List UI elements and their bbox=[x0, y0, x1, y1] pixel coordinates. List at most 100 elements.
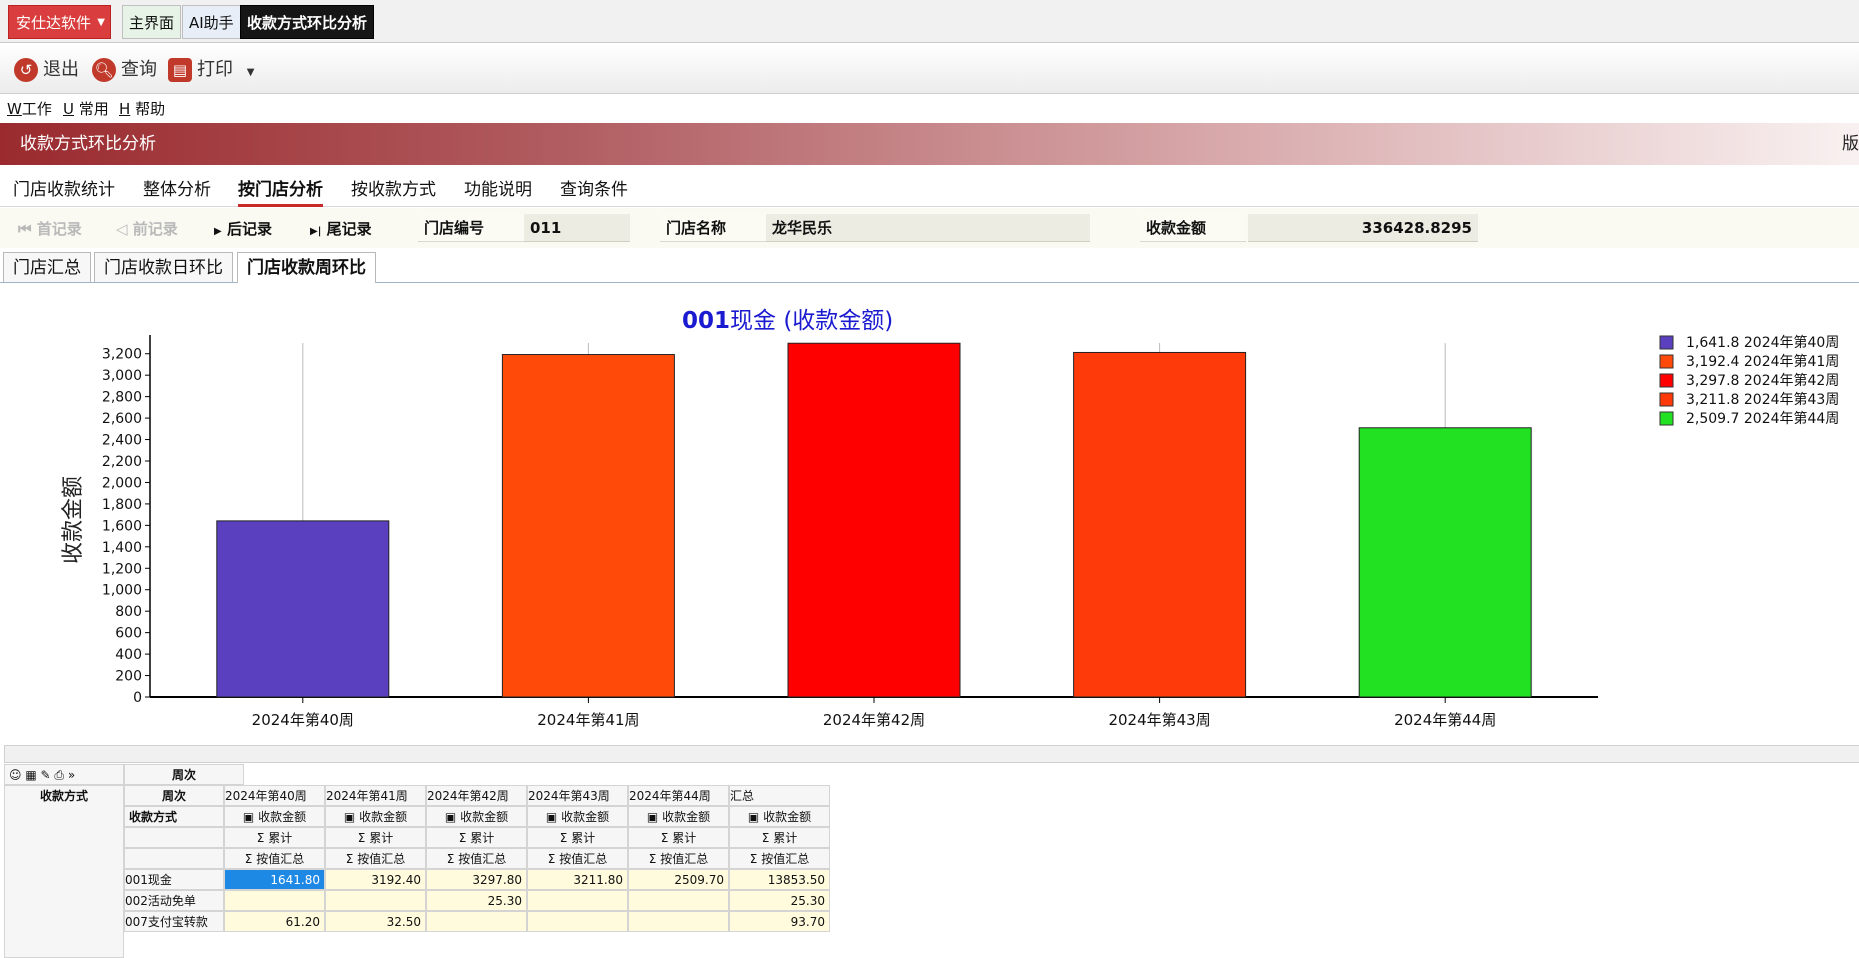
measure-header[interactable]: ▣ 收款金额 bbox=[628, 806, 729, 827]
week-column-header[interactable]: 2024年第43周 bbox=[527, 785, 628, 806]
legend-label: 3,192.4 2024年第41周 bbox=[1686, 353, 1839, 370]
measure-header[interactable]: ▣ 收款金额 bbox=[325, 806, 426, 827]
page-title: 收款方式环比分析 bbox=[20, 134, 156, 154]
toolbar: ↺ 退出 🔍︎ 查询 ▤ 打印 ▼ bbox=[0, 43, 1859, 94]
col-field-label: 周次 bbox=[161, 789, 186, 803]
exit-button[interactable]: ↺ 退出 bbox=[14, 57, 79, 83]
tab-by-payment[interactable]: 按收款方式 bbox=[351, 176, 436, 204]
tab-overall[interactable]: 整体分析 bbox=[143, 176, 211, 204]
bar bbox=[1073, 351, 1247, 698]
week-column-header[interactable]: 2024年第41周 bbox=[325, 785, 426, 806]
last-record-label: 尾记录 bbox=[326, 220, 372, 238]
measure-header[interactable]: ▣ 收款金额 bbox=[729, 806, 830, 827]
col-field-header[interactable]: 周次 bbox=[124, 785, 224, 806]
measure-header[interactable]: ▣ 收款金额 bbox=[224, 806, 325, 827]
tab-main[interactable]: 主界面 bbox=[122, 5, 182, 39]
table-cell[interactable] bbox=[628, 911, 729, 932]
tab-function-desc[interactable]: 功能说明 bbox=[464, 176, 532, 204]
table-cell[interactable]: 13853.50 bbox=[729, 869, 830, 890]
subtab-weekly-compare[interactable]: 门店收款周环比 bbox=[237, 252, 376, 283]
y-tick-label: 2,400 bbox=[102, 433, 142, 449]
menu-common-label: 常用 bbox=[78, 100, 109, 118]
y-tick-label: 1,200 bbox=[102, 561, 142, 577]
y-tick-label: 200 bbox=[115, 669, 142, 685]
store-name-field[interactable]: 龙华民乐 bbox=[766, 214, 1090, 242]
tab-payment-analysis[interactable]: 收款方式环比分析 bbox=[240, 5, 375, 39]
agg2-header: Σ 按值汇总 bbox=[628, 848, 729, 869]
table-cell[interactable]: 2509.70 bbox=[628, 869, 729, 890]
query-button[interactable]: 🔍︎ 查询 bbox=[92, 57, 157, 83]
last-record-button[interactable]: ▶| 尾记录 bbox=[310, 218, 372, 239]
menu-work[interactable]: W工作 bbox=[7, 96, 52, 122]
menu-help-key: H bbox=[119, 100, 131, 118]
table-cell[interactable]: 93.70 bbox=[729, 911, 830, 932]
week-column-header[interactable]: 2024年第42周 bbox=[426, 785, 527, 806]
tab-ai-assistant[interactable]: AI助手 bbox=[182, 5, 241, 39]
first-icon: ⏮ bbox=[18, 220, 32, 238]
y-tick-label: 2,200 bbox=[102, 454, 142, 470]
agg-header: Σ 累计 bbox=[426, 827, 527, 848]
export-icon[interactable]: ⎙ bbox=[54, 768, 64, 782]
table-cell[interactable]: 3211.80 bbox=[527, 869, 628, 890]
y-tick-label: 2,600 bbox=[102, 411, 142, 427]
measure-header[interactable]: ▣ 收款金额 bbox=[527, 806, 628, 827]
y-tick-label: 1,400 bbox=[102, 540, 142, 556]
table-cell[interactable]: 1641.80 bbox=[224, 869, 325, 890]
store-no-field[interactable]: 011 bbox=[524, 214, 630, 242]
table-cell[interactable]: 3192.40 bbox=[325, 869, 426, 890]
table-cell[interactable]: 61.20 bbox=[224, 911, 325, 932]
table-cell[interactable]: 25.30 bbox=[426, 890, 527, 911]
legend-swatch bbox=[1659, 335, 1674, 350]
table-cell[interactable] bbox=[527, 890, 628, 911]
print-button[interactable]: ▤ 打印 ▼ bbox=[168, 57, 254, 83]
agg-header: Σ 累计 bbox=[224, 827, 325, 848]
table-cell[interactable] bbox=[426, 911, 527, 932]
more-icon[interactable]: » bbox=[68, 768, 75, 782]
table-row-label[interactable]: 001现金 bbox=[124, 869, 224, 890]
analysis-tabs: 门店收款统计 整体分析 按门店分析 按收款方式 功能说明 查询条件 bbox=[0, 170, 1859, 207]
grid-toolbar: ☺ ▦ ✎ ⎙ » bbox=[4, 764, 124, 785]
subtab-store-summary[interactable]: 门店汇总 bbox=[3, 252, 91, 282]
grid-icon[interactable]: ▦ bbox=[25, 768, 36, 782]
table-cell[interactable] bbox=[527, 911, 628, 932]
measure-header[interactable]: ▣ 收款金额 bbox=[426, 806, 527, 827]
next-record-label: 后记录 bbox=[226, 220, 272, 238]
first-record-button[interactable]: ⏮ 首记录 bbox=[18, 218, 82, 239]
legend-label: 1,641.8 2024年第40周 bbox=[1686, 334, 1839, 351]
tab-query-conditions[interactable]: 查询条件 bbox=[560, 176, 628, 204]
next-record-button[interactable]: ▶ 后记录 bbox=[214, 218, 272, 239]
bar-chart-panel: 001现金 (收款金额) 0 200 400 600 800 1,000 1,200 1,40… bbox=[0, 283, 1859, 743]
last-icon: ▶| bbox=[310, 226, 322, 237]
row-field-header[interactable]: 收款方式 bbox=[4, 785, 124, 958]
menu-help[interactable]: H 帮助 bbox=[119, 96, 165, 122]
table-cell[interactable] bbox=[628, 890, 729, 911]
week-column-header[interactable]: 2024年第40周 bbox=[224, 785, 325, 806]
filter-icon[interactable]: ✎ bbox=[41, 768, 51, 782]
table-row-label[interactable]: 002活动免单 bbox=[124, 890, 224, 911]
prev-record-button[interactable]: ◁ 前记录 bbox=[116, 218, 178, 239]
tab-by-store[interactable]: 按门店分析 bbox=[238, 176, 323, 207]
table-row-label[interactable]: 007支付宝转款 bbox=[124, 911, 224, 932]
subtab-daily-compare[interactable]: 门店收款日环比 bbox=[94, 252, 233, 282]
table-cell[interactable] bbox=[224, 890, 325, 911]
table-cell[interactable]: 32.50 bbox=[325, 911, 426, 932]
sub-field-header[interactable]: 收款方式 bbox=[124, 806, 224, 827]
agg-header: Σ 累计 bbox=[729, 827, 830, 848]
amount-field[interactable]: 336428.8295 bbox=[1248, 214, 1478, 242]
chevron-down-icon[interactable]: ▼ bbox=[247, 67, 255, 78]
menu-common[interactable]: U 常用 bbox=[63, 96, 109, 122]
legend-label: 3,211.8 2024年第43周 bbox=[1686, 391, 1839, 408]
tab-store-stats[interactable]: 门店收款统计 bbox=[13, 176, 115, 204]
table-cell[interactable]: 25.30 bbox=[729, 890, 830, 911]
week-column-header[interactable]: 汇总 bbox=[729, 785, 830, 806]
legend-label: 3,297.8 2024年第42周 bbox=[1686, 372, 1839, 389]
brand-menu-button[interactable]: 安仕达软件 ▼ bbox=[8, 5, 111, 39]
top-field-header[interactable]: 周次 bbox=[124, 764, 244, 785]
menu-work-key: W bbox=[7, 100, 22, 118]
horizontal-scrollbar[interactable] bbox=[4, 745, 1859, 763]
week-column-header[interactable]: 2024年第44周 bbox=[628, 785, 729, 806]
y-tick-label: 0 bbox=[133, 690, 142, 706]
user-icon[interactable]: ☺ bbox=[9, 768, 22, 782]
table-cell[interactable] bbox=[325, 890, 426, 911]
table-cell[interactable]: 3297.80 bbox=[426, 869, 527, 890]
